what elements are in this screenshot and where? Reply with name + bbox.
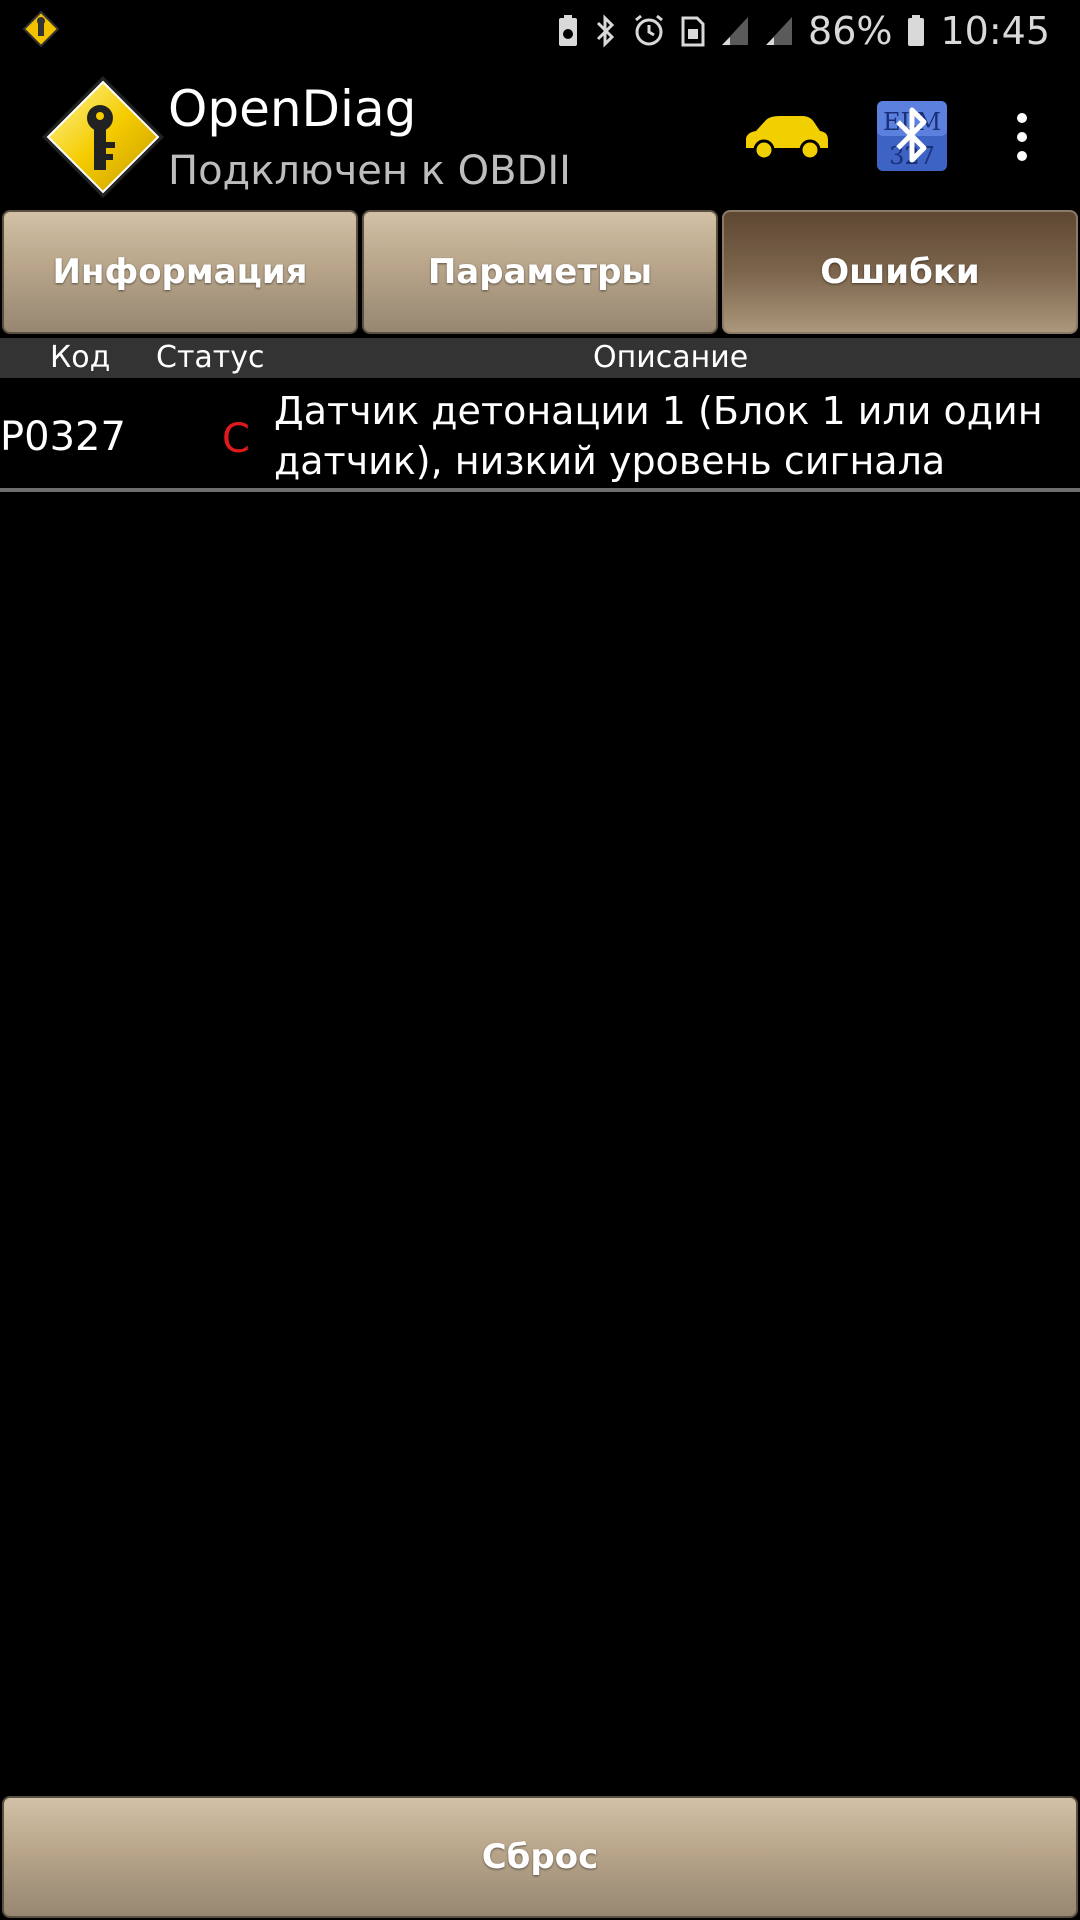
reset-button[interactable]: Сброс bbox=[2, 1796, 1078, 1918]
battery-saver-icon bbox=[556, 14, 580, 48]
status-right: 86% 10:45 bbox=[556, 9, 1080, 53]
sim-icon bbox=[680, 14, 706, 48]
elm327-bluetooth-icon[interactable]: ELM 327 bbox=[876, 100, 948, 172]
row-divider bbox=[0, 488, 1080, 492]
bluetooth-icon bbox=[594, 13, 618, 49]
tab-errors[interactable]: Ошибки bbox=[722, 210, 1078, 334]
tab-bar: Информация Параметры Ошибки bbox=[0, 210, 1080, 336]
error-status: C bbox=[222, 416, 250, 462]
clock: 10:45 bbox=[940, 9, 1050, 53]
battery-icon bbox=[906, 14, 926, 48]
opendiag-logo-icon bbox=[38, 72, 168, 202]
error-code: P0327 bbox=[0, 414, 126, 460]
status-bar: 86% 10:45 bbox=[0, 0, 1080, 62]
table-row[interactable]: P0327 C Датчик детонации 1 (Блок 1 или о… bbox=[0, 380, 1080, 488]
overflow-menu-icon[interactable] bbox=[1000, 102, 1044, 172]
opendiag-notification-icon bbox=[22, 10, 60, 52]
alarm-icon bbox=[632, 14, 666, 48]
tab-information[interactable]: Информация bbox=[2, 210, 358, 334]
battery-percent: 86% bbox=[808, 9, 893, 53]
header-description: Описание bbox=[593, 340, 749, 375]
status-left bbox=[0, 10, 60, 52]
header-status: Статус bbox=[156, 340, 265, 375]
app-title: OpenDiag bbox=[168, 80, 417, 138]
table-header: Код Статус Описание bbox=[0, 338, 1080, 378]
car-icon[interactable] bbox=[740, 112, 832, 162]
app-bar: OpenDiag Подключен к OBDII ELM 327 bbox=[0, 62, 1080, 208]
signal-icon-2 bbox=[764, 15, 794, 47]
tab-parameters[interactable]: Параметры bbox=[362, 210, 718, 334]
connection-status: Подключен к OBDII bbox=[168, 148, 571, 194]
header-code: Код bbox=[50, 340, 111, 375]
signal-icon bbox=[720, 15, 750, 47]
error-description: Датчик детонации 1 (Блок 1 или один датч… bbox=[274, 389, 1043, 483]
